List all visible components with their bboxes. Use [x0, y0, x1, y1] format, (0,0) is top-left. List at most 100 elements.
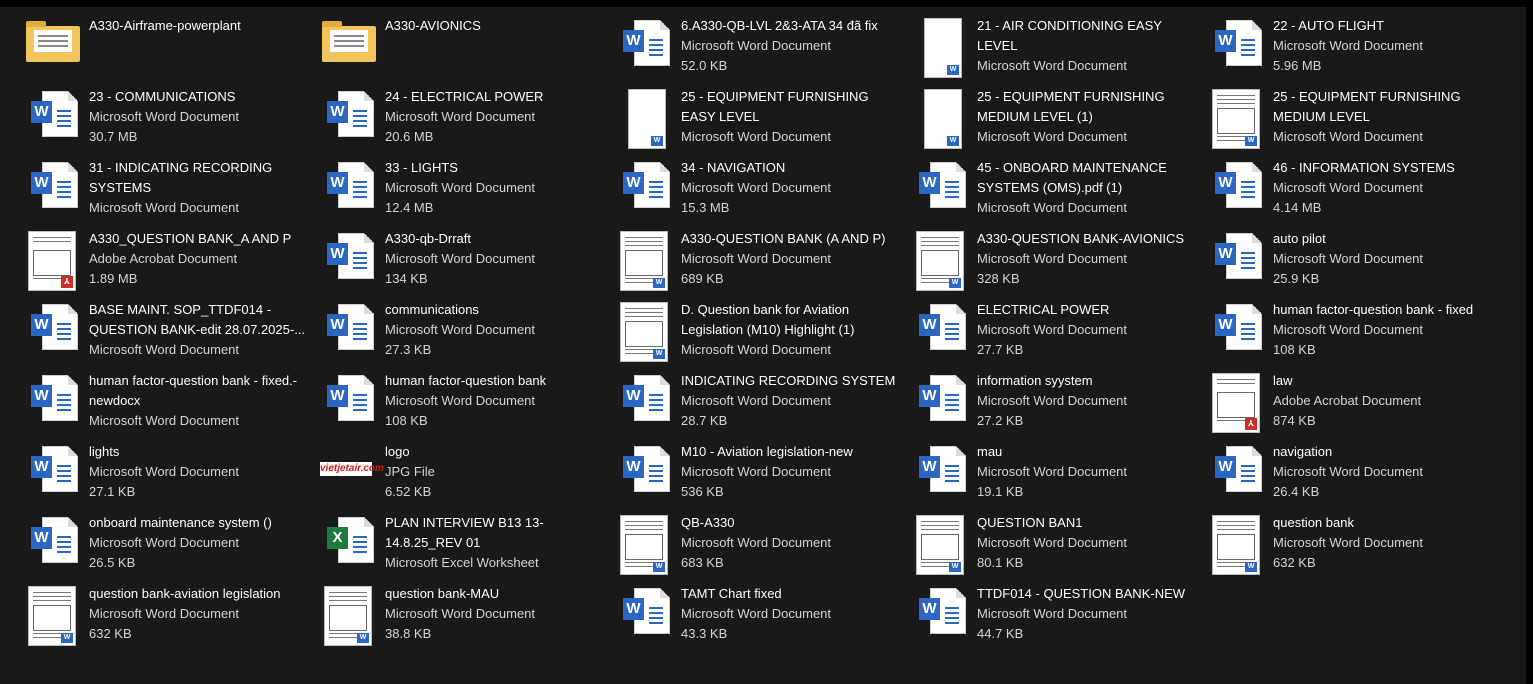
file-name: question bank [1273, 515, 1354, 530]
file-grid: A330-Airframe-powerplant A330-AVIONICS W 6.… [22, 10, 1502, 649]
file-size: 27.1 KB [89, 484, 136, 499]
file-text: navigation Microsoft Word Document 26.4 KB [1273, 436, 1498, 502]
file-item[interactable]: W 45 - ONBOARD MAINTENANCE SYSTEMS (OMS).… [910, 152, 1206, 223]
file-type: Microsoft Word Document [385, 393, 536, 408]
file-text: human factor-question bank - fixed.-newd… [89, 365, 314, 431]
file-size: 632 KB [1273, 555, 1316, 570]
file-text: lights Microsoft Word Document 27.1 KB [89, 436, 314, 502]
file-item[interactable]: W 25 - EQUIPMENT FURNISHING MEDIUM LEVEL … [910, 81, 1206, 152]
file-size: 27.7 KB [977, 342, 1024, 357]
file-type: Microsoft Word Document [89, 109, 240, 124]
file-size: 108 KB [385, 413, 428, 428]
file-name: A330-QUESTION BANK (A AND P) [681, 231, 886, 246]
file-item[interactable]: W QB-A330 Microsoft Word Document 683 KB [614, 507, 910, 578]
file-item[interactable]: Whuman factor-question bank - fixed Micro… [1206, 294, 1502, 365]
word-icon: W [1206, 223, 1266, 289]
file-item[interactable]: Whuman factor-question bank Microsoft Wor… [318, 365, 614, 436]
word-badge-icon: W [1215, 30, 1236, 52]
word-icon: W [614, 365, 674, 431]
word-icon: W [22, 507, 82, 573]
file-item[interactable]: W 22 - AUTO FLIGHT Microsoft Word Document… [1206, 10, 1502, 81]
file-text: human factor-question bank Microsoft Word… [385, 365, 610, 431]
file-item[interactable]: W 6.A330-QB-LVL 2&3-ATA 34 đã fix Microsof… [614, 10, 910, 81]
file-item[interactable]: W A330-qb-Drraft Microsoft Word Document 13… [318, 223, 614, 294]
word-thumb: W [910, 223, 970, 291]
file-item[interactable]: Wlights Microsoft Word Document 27.1 KB [22, 436, 318, 507]
file-name: human factor-question bank - fixed.-newd… [89, 373, 298, 408]
file-item[interactable]: W 25 - EQUIPMENT FURNISHING EASY LEVEL Mic… [614, 81, 910, 152]
file-item[interactable]: W M10 - Aviation legislation-new Microsoft… [614, 436, 910, 507]
window-top-border [0, 0, 1533, 7]
file-item[interactable]: ⅄ A330_QUESTION BANK_A AND P Adobe Acrobat… [22, 223, 318, 294]
file-item[interactable]: W 25 - EQUIPMENT FURNISHING MEDIUM LEVEL M… [1206, 81, 1502, 152]
file-type: Microsoft Word Document [977, 606, 1128, 621]
file-item[interactable]: ⅄ law Adobe Acrobat Document 874 KB [1206, 365, 1502, 436]
file-item[interactable]: Wcommunications Microsoft Word Document 27… [318, 294, 614, 365]
file-item[interactable]: W 33 - LIGHTS Microsoft Word Document 12.4 … [318, 152, 614, 223]
file-item[interactable]: W 21 - AIR CONDITIONING EASY LEVEL Microso… [910, 10, 1206, 81]
word-badge-icon: W [623, 30, 644, 52]
file-name: M10 - Aviation legislation-new [681, 444, 853, 459]
file-item[interactable]: W 23 - COMMUNICATIONS Microsoft Word Docum… [22, 81, 318, 152]
file-item[interactable]: X PLAN INTERVIEW B13 13-14.8.25_REV 01 Mic… [318, 507, 614, 578]
file-item[interactable]: W 31 - INDICATING RECORDING SYSTEMS Micros… [22, 152, 318, 223]
word-badge-icon: W [327, 172, 348, 194]
file-item[interactable]: W TTDF014 - QUESTION BANK-NEW Microsoft Wo… [910, 578, 1206, 649]
file-item[interactable]: Wquestion bank-aviation legislation Micro… [22, 578, 318, 649]
file-item[interactable]: A330-Airframe-powerplant [22, 10, 318, 81]
file-size: 689 KB [681, 271, 724, 286]
word-icon: W [318, 365, 378, 431]
file-item[interactable]: W QUESTION BAN1 Microsoft Word Document 80.… [910, 507, 1206, 578]
file-item[interactable]: W A330-QUESTION BANK-AVIONICS Microsoft Wo… [910, 223, 1206, 294]
file-item[interactable]: W INDICATING RECORDING SYSTEM Microsoft Wo… [614, 365, 910, 436]
file-item[interactable]: W 24 - ELECTRICAL POWER Microsoft Word Doc… [318, 81, 614, 152]
file-name: 24 - ELECTRICAL POWER [385, 89, 544, 104]
word-thumb: W [1206, 81, 1266, 149]
pdf-mini-icon: ⅄ [61, 276, 73, 288]
word-badge-icon: W [919, 385, 940, 407]
file-text: 6.A330-QB-LVL 2&3-ATA 34 đã fix Microsoft… [681, 10, 906, 76]
file-item[interactable]: W D. Question bank for Aviation Legislati… [614, 294, 910, 365]
file-item[interactable]: W BASE MAINT. SOP_TTDF014 - QUESTION BANK… [22, 294, 318, 365]
file-type: Microsoft Word Document [89, 606, 240, 621]
file-item[interactable]: Wquestion bank-MAU Microsoft Word Documen… [318, 578, 614, 649]
file-item[interactable]: W A330-QUESTION BANK (A AND P) Microsoft W… [614, 223, 910, 294]
word-badge-icon: W [327, 314, 348, 336]
file-item[interactable]: Wmau Microsoft Word Document 19.1 KB [910, 436, 1206, 507]
file-size: 134 KB [385, 271, 428, 286]
file-type: Microsoft Word Document [89, 200, 240, 215]
file-name: 6.A330-QB-LVL 2&3-ATA 34 đã fix [681, 18, 878, 33]
file-item[interactable]: W ELECTRICAL POWER Microsoft Word Document… [910, 294, 1206, 365]
file-item[interactable]: Wnavigation Microsoft Word Document 26.4 K… [1206, 436, 1502, 507]
file-item[interactable]: vietjetair.com logo JPG File 6.52 KB [318, 436, 614, 507]
file-item[interactable]: W TAMT Chart fixed Microsoft Word Document… [614, 578, 910, 649]
word-badge-icon: W [623, 172, 644, 194]
file-item[interactable]: W 34 - NAVIGATION Microsoft Word Document 1… [614, 152, 910, 223]
file-text: A330-qb-Drraft Microsoft Word Document 134… [385, 223, 610, 289]
file-item[interactable]: A330-AVIONICS [318, 10, 614, 81]
word-mini-icon: W [949, 562, 961, 572]
file-item[interactable]: Wquestion bank Microsoft Word Document 632… [1206, 507, 1502, 578]
word-icon: W [318, 294, 378, 360]
word-icon: W [1206, 10, 1266, 76]
file-text: A330_QUESTION BANK_A AND P Adobe Acrobat … [89, 223, 314, 289]
file-text: INDICATING RECORDING SYSTEM Microsoft Wor… [681, 365, 906, 431]
word-icon: W [614, 10, 674, 76]
file-item[interactable]: Whuman factor-question bank - fixed.-new… [22, 365, 318, 436]
file-text: question bank-aviation legislation Micros… [89, 578, 314, 644]
file-item[interactable]: Wonboard maintenance system () Microsoft … [22, 507, 318, 578]
word-badge-icon: W [31, 172, 52, 194]
word-thumb: W [1206, 507, 1266, 575]
file-name: 25 - EQUIPMENT FURNISHING EASY LEVEL [681, 89, 869, 124]
file-type: Microsoft Word Document [1273, 322, 1424, 337]
file-item[interactable]: Wauto pilot Microsoft Word Document 25.9 K… [1206, 223, 1502, 294]
file-item[interactable]: W 46 - INFORMATION SYSTEMS Microsoft Word … [1206, 152, 1502, 223]
word-thumb: W [614, 507, 674, 575]
file-item[interactable]: Winformation syystem Microsoft Word Docum… [910, 365, 1206, 436]
word-badge-icon: W [1215, 456, 1236, 478]
word-thumb: W [318, 578, 378, 646]
file-size: 874 KB [1273, 413, 1316, 428]
file-size: 27.3 KB [385, 342, 432, 357]
file-type: Microsoft Word Document [681, 393, 832, 408]
file-size: 5.96 MB [1273, 58, 1322, 73]
